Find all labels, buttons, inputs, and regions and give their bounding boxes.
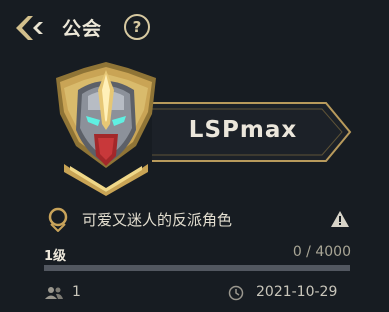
- guild-level: 1级: [44, 249, 67, 264]
- back-button[interactable]: [12, 12, 48, 44]
- badge-ring-icon: [48, 207, 68, 232]
- people-icon: [45, 287, 63, 299]
- guild-description-row: 可爱又迷人的反派角色: [44, 206, 364, 232]
- warning-triangle-icon[interactable]: [330, 210, 350, 228]
- top-bar: 公会 ?: [0, 0, 389, 56]
- xp-separator: /: [301, 244, 316, 260]
- chevron-left-icon: [16, 16, 43, 40]
- help-button[interactable]: ?: [124, 14, 150, 40]
- helmet-crest-icon: [56, 62, 156, 196]
- clock-icon: [228, 285, 244, 301]
- guild-description: 可爱又迷人的反派角色: [82, 211, 233, 229]
- xp-readout: 0 / 4000: [293, 244, 351, 260]
- question-circle-icon: ?: [132, 18, 142, 36]
- page-title: 公会: [62, 18, 103, 40]
- created-date: 2021-10-29: [256, 284, 338, 300]
- guild-name: LSPmax: [188, 117, 298, 143]
- xp-current: 0: [292, 244, 302, 260]
- member-count: 1: [72, 284, 81, 300]
- guild-emblem[interactable]: [44, 60, 168, 196]
- xp-max: 4000: [315, 244, 351, 260]
- xp-progress-bar: [44, 265, 350, 271]
